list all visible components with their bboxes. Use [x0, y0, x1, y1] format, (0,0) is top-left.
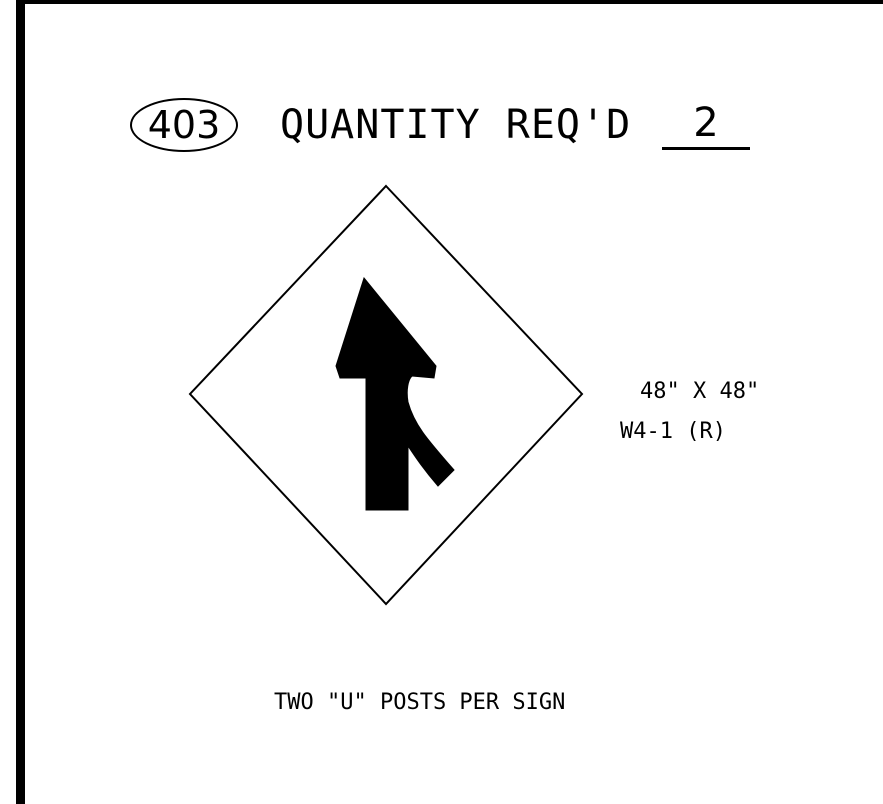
sheet-border-left	[16, 0, 25, 804]
sign-number-oval: 403	[130, 98, 238, 152]
quantity-label: QUANTITY REQ'D	[280, 102, 632, 148]
warning-sign-diagram	[188, 184, 584, 606]
sign-specification: 48" X 48" W4-1 (R)	[620, 372, 759, 452]
sign-number: 403	[147, 103, 221, 147]
sign-size: 48" X 48"	[640, 379, 760, 404]
sign-code: W4-1 (R)	[620, 419, 726, 444]
posts-note: TWO "U" POSTS PER SIGN	[274, 690, 566, 715]
sheet-border-top	[16, 0, 883, 4]
sign-detail-sheet: 403 QUANTITY REQ'D 2 48" X 48" W4-1 (R) …	[0, 0, 883, 804]
quantity-value: 2	[693, 100, 719, 146]
quantity-value-field: 2	[662, 100, 750, 150]
sign-header: 403 QUANTITY REQ'D 2	[130, 98, 790, 156]
